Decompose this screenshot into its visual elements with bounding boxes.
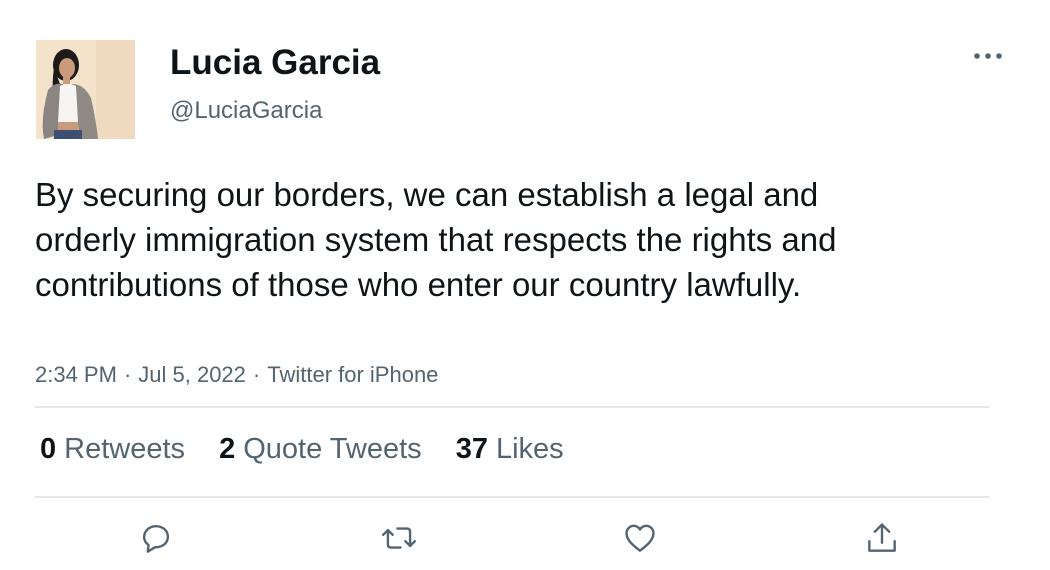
tweet-time[interactable]: 2:34 PM [35, 361, 117, 389]
retweets-count: 0 [40, 433, 57, 465]
avatar[interactable] [36, 40, 135, 139]
more-horizontal-icon [974, 53, 1002, 59]
share-button[interactable] [862, 518, 902, 558]
share-icon [868, 523, 896, 552]
retweet-icon [381, 527, 417, 549]
quote-tweets-label: Quote Tweets [243, 433, 422, 465]
avatar-image [36, 40, 135, 139]
divider [35, 496, 989, 498]
meta-separator: · [252, 362, 261, 387]
likes-label: Likes [495, 433, 564, 465]
quote-tweets-count: 2 [219, 433, 236, 465]
more-options-button[interactable] [968, 42, 1008, 70]
retweet-button[interactable] [379, 518, 419, 558]
reply-icon [142, 524, 170, 553]
likes-stat[interactable]: 37 Likes [456, 430, 564, 468]
tweet-stats: 0 Retweets 2 Quote Tweets 37 Likes [40, 430, 590, 468]
heart-icon [625, 524, 655, 552]
tweet-text: By securing our borders, we can establis… [35, 176, 837, 303]
user-handle[interactable]: @LuciaGarcia [170, 96, 322, 126]
tweet-source[interactable]: Twitter for iPhone [267, 361, 438, 389]
reply-button[interactable] [136, 518, 176, 558]
tweet-meta: 2:34 PM · Jul 5, 2022 · Twitter for iPhone [35, 361, 438, 389]
display-name[interactable]: Lucia Garcia [170, 42, 380, 84]
tweet-date[interactable]: Jul 5, 2022 [138, 361, 246, 389]
meta-separator: · [123, 362, 132, 387]
retweets-label: Retweets [64, 433, 186, 465]
retweets-stat[interactable]: 0 Retweets [40, 430, 185, 468]
divider [35, 406, 989, 408]
likes-count: 37 [455, 433, 488, 465]
quote-tweets-stat[interactable]: 2 Quote Tweets [219, 430, 422, 468]
like-button[interactable] [620, 518, 660, 558]
